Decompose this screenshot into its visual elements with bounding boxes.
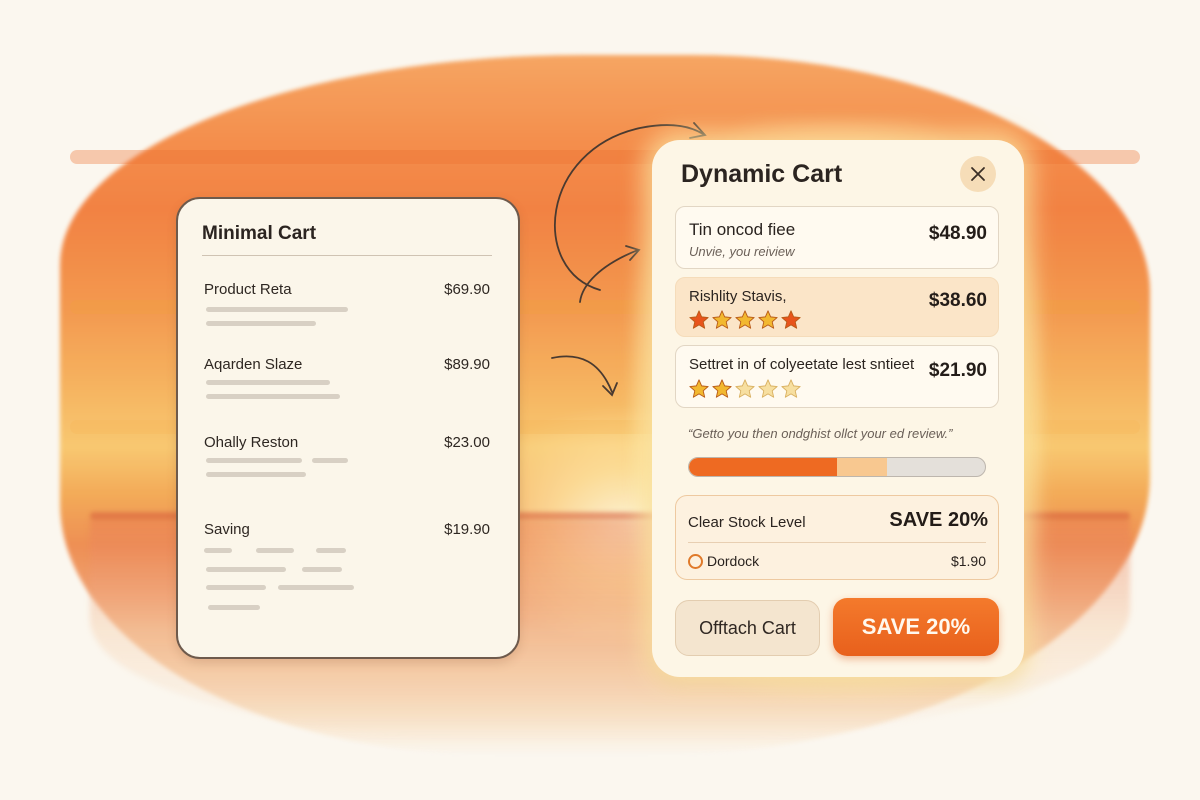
option-radio[interactable]	[688, 554, 703, 569]
placeholder-line	[206, 585, 266, 590]
placeholder-line	[256, 548, 294, 553]
item-price: $89.90	[444, 356, 490, 373]
item-title: Settret in of colyeetate lest sntieet	[689, 356, 915, 373]
close-button[interactable]	[960, 156, 996, 192]
list-item[interactable]: Ohally Reston $23.00	[204, 434, 490, 514]
star-filled-icon	[689, 310, 709, 329]
placeholder-line	[206, 321, 316, 326]
item-name: Saving	[204, 521, 250, 538]
item-name: Ohally Reston	[204, 434, 299, 451]
item-price: $38.60	[928, 290, 987, 311]
cart-item-card[interactable]: Settret in of colyeetate lest sntieet $2…	[675, 345, 999, 408]
list-item[interactable]: Saving $19.90	[204, 521, 490, 610]
star-filled-icon	[758, 310, 778, 329]
save-button[interactable]: SAVE 20%	[833, 598, 999, 656]
list-item[interactable]: Aqarden Slaze $89.90	[204, 356, 490, 436]
list-item[interactable]: Product Reta $69.90	[204, 281, 490, 361]
item-title: Rishlity Stavis,	[689, 288, 787, 305]
placeholder-line	[278, 585, 354, 590]
item-price: $48.90	[928, 223, 987, 244]
star-empty-icon	[758, 379, 778, 398]
cart-item-card[interactable]: Rishlity Stavis, $38.60	[675, 277, 999, 337]
placeholder-line	[206, 458, 302, 463]
dynamic-cart-panel: Dynamic Cart Tin oncod fiee Unvie, you r…	[652, 140, 1024, 677]
detach-cart-button[interactable]: Offtach Cart	[675, 600, 820, 656]
placeholder-line	[206, 394, 340, 399]
stock-progress-bar	[688, 457, 986, 477]
star-rating	[688, 309, 802, 331]
option-price: $1.90	[950, 553, 986, 569]
divider	[688, 542, 986, 543]
stock-level-label: Clear Stock Level	[688, 514, 806, 531]
placeholder-line	[316, 548, 346, 553]
item-price: $23.00	[444, 434, 490, 451]
item-title: Tin oncod fiee	[689, 220, 796, 239]
placeholder-line	[206, 472, 306, 477]
placeholder-line	[206, 307, 348, 312]
close-icon	[971, 167, 985, 181]
star-filled-icon	[781, 310, 801, 329]
star-empty-icon	[735, 379, 755, 398]
item-price: $69.90	[444, 281, 490, 298]
option-label[interactable]: Dordock	[707, 553, 759, 569]
placeholder-line	[206, 380, 330, 385]
minimal-cart-panel: Minimal Cart Product Reta $69.90 Aqarden…	[176, 197, 520, 659]
item-price: $21.90	[928, 360, 987, 381]
item-price: $19.90	[444, 521, 490, 538]
divider	[202, 255, 492, 256]
placeholder-line	[302, 567, 342, 572]
dynamic-cart-title: Dynamic Cart	[681, 160, 843, 188]
placeholder-line	[204, 548, 232, 553]
star-filled-icon	[689, 379, 709, 398]
star-filled-icon	[735, 310, 755, 329]
stock-level-box: Clear Stock Level SAVE 20% Dordock $1.90	[675, 495, 999, 580]
star-filled-icon	[712, 310, 732, 329]
placeholder-line	[208, 605, 260, 610]
placeholder-line	[312, 458, 348, 463]
minimal-cart-title: Minimal Cart	[202, 223, 317, 244]
item-subtitle: Unvie, you reiview	[689, 244, 795, 259]
item-name: Aqarden Slaze	[204, 356, 303, 373]
item-name: Product Reta	[204, 281, 292, 298]
star-rating	[688, 378, 802, 400]
cart-item-card[interactable]: Tin oncod fiee Unvie, you reiview $48.90	[675, 206, 999, 269]
star-filled-icon	[712, 379, 732, 398]
progress-fill	[689, 458, 837, 476]
placeholder-line	[206, 567, 286, 572]
save-badge: SAVE 20%	[889, 509, 988, 531]
star-empty-icon	[781, 379, 801, 398]
review-quote: “Getto you then ondghist ollct your ed r…	[688, 426, 953, 441]
